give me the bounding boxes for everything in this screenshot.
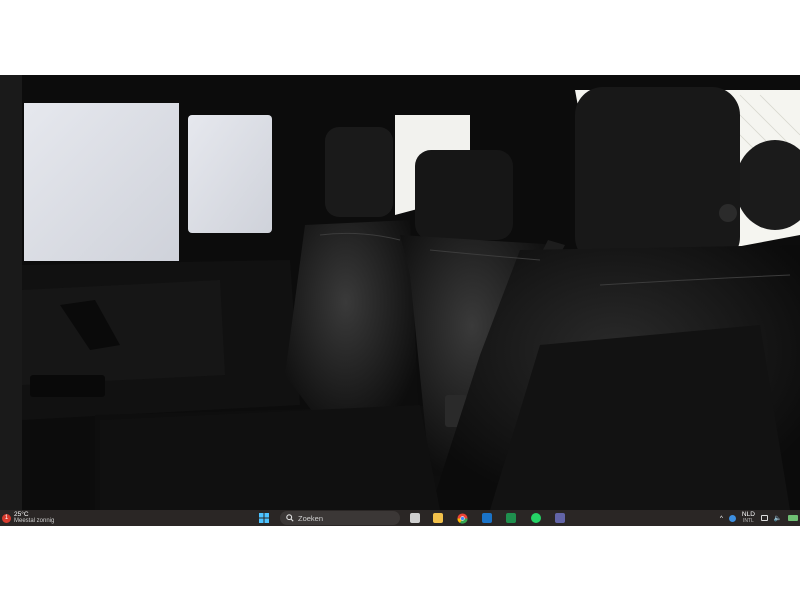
excel-icon bbox=[506, 513, 516, 523]
headrest-center bbox=[415, 150, 513, 240]
notification-badge: 1 bbox=[2, 513, 11, 523]
taskbar-app-excel[interactable] bbox=[504, 510, 518, 526]
headrest-left bbox=[325, 127, 393, 217]
seat-cushion bbox=[100, 405, 440, 510]
rear-seat-image bbox=[0, 75, 800, 510]
headrest-right bbox=[575, 87, 740, 265]
side-window-left bbox=[24, 103, 179, 261]
outlook-icon bbox=[482, 513, 492, 523]
volume-icon[interactable]: 🔈 bbox=[774, 514, 782, 522]
battery-icon[interactable] bbox=[788, 515, 798, 521]
taskbar-app-outlook[interactable] bbox=[480, 510, 494, 526]
chevron-up-icon[interactable]: ^ bbox=[720, 515, 723, 522]
onedrive-icon[interactable] bbox=[728, 514, 736, 522]
taskbar-search[interactable]: Zoeken bbox=[280, 511, 400, 525]
weather-condition: Meestal zonnig bbox=[14, 518, 55, 524]
taskbar-app-whatsapp[interactable] bbox=[529, 510, 543, 526]
weather-temperature: 25°C bbox=[14, 511, 29, 518]
car-interior-photo bbox=[0, 75, 800, 510]
task-view-icon bbox=[410, 513, 420, 523]
taskbar-app-file-explorer[interactable] bbox=[431, 510, 445, 526]
side-window-right bbox=[188, 115, 272, 233]
weather-widget[interactable]: 1 25°C Meestal zonnig bbox=[2, 510, 54, 526]
search-placeholder: Zoeken bbox=[298, 513, 324, 523]
windows-taskbar: 1 25°C Meestal zonnig Zoeken ^ NLD INTL … bbox=[0, 510, 800, 526]
taskbar-app-chrome[interactable] bbox=[455, 510, 469, 526]
start-button[interactable] bbox=[257, 510, 271, 526]
taskbar-app-teams[interactable] bbox=[553, 510, 567, 526]
network-icon[interactable] bbox=[760, 515, 768, 521]
teams-icon bbox=[555, 513, 565, 523]
system-tray: ^ NLD INTL 🔈 bbox=[720, 510, 798, 526]
task-view-button[interactable] bbox=[408, 510, 422, 526]
whatsapp-icon bbox=[531, 513, 541, 523]
search-icon bbox=[286, 514, 294, 522]
windows-logo-icon bbox=[259, 513, 269, 523]
folder-icon bbox=[433, 513, 443, 523]
language-indicator[interactable]: NLD INTL bbox=[742, 511, 755, 525]
chrome-icon bbox=[456, 512, 468, 524]
